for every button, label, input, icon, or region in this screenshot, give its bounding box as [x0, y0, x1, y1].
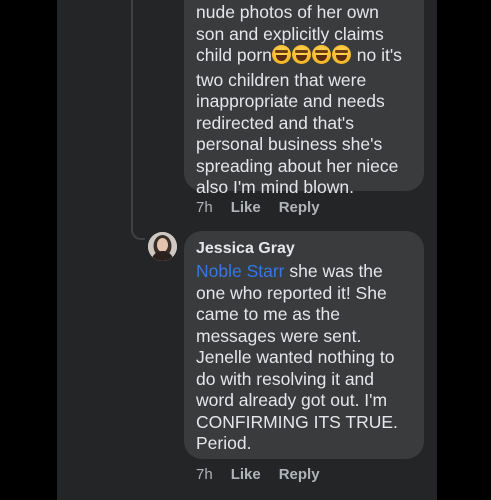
comment-author[interactable]: Jessica Gray: [196, 239, 412, 259]
comment-bubble: nude photos of her own son and explicitl…: [184, 0, 424, 197]
screen: nude photos of her own son and explicitl…: [0, 0, 491, 500]
avatar-image: [148, 232, 177, 261]
grinning-squinting-face-icon: [271, 45, 291, 64]
comment-timestamp: 7h: [196, 199, 213, 216]
comment-actions: 7h Like Reply: [196, 199, 320, 216]
reply-timestamp: 7h: [196, 466, 213, 483]
reply-text: she was the one who reported it! She cam…: [196, 261, 398, 453]
like-button[interactable]: Like: [231, 466, 261, 483]
reply-actions: 7h Like Reply: [196, 466, 320, 483]
reply-body: Noble Starr she was the one who reported…: [196, 261, 412, 455]
like-button[interactable]: Like: [231, 199, 261, 216]
comment-body: nude photos of her own son and explicitl…: [196, 2, 412, 199]
reply-button[interactable]: Reply: [279, 199, 320, 216]
thread-branch: [131, 214, 145, 240]
reply-button[interactable]: Reply: [279, 466, 320, 483]
grinning-squinting-face-icon: [311, 45, 331, 64]
grinning-squinting-face-icon: [291, 45, 311, 64]
grinning-squinting-face-icon: [331, 45, 351, 64]
reply-bubble: Jessica Gray Noble Starr she was the one…: [184, 231, 424, 459]
thread-line: [131, 0, 133, 232]
mention-link[interactable]: Noble Starr: [196, 261, 285, 281]
avatar[interactable]: [148, 232, 177, 261]
emoji-group: [271, 45, 352, 70]
